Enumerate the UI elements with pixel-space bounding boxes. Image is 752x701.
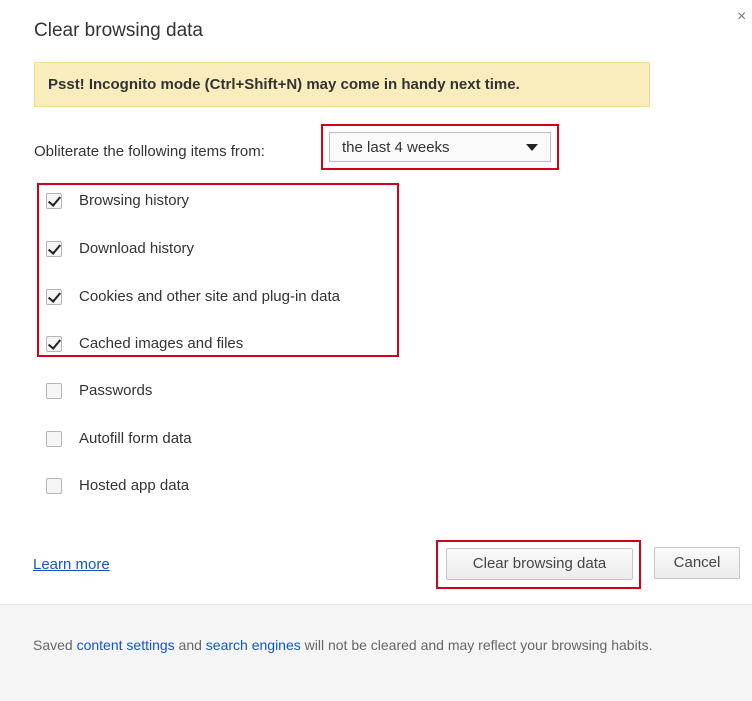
footer-text-prefix: Saved xyxy=(33,637,77,653)
search-engines-link[interactable]: search engines xyxy=(206,637,301,653)
content-settings-link[interactable]: content settings xyxy=(77,637,175,653)
dropdown-arrow-icon xyxy=(526,144,538,151)
checkbox-browsing-history[interactable] xyxy=(46,193,62,209)
option-label: Hosted app data xyxy=(79,477,190,494)
banner-text: Psst! Incognito mode (Ctrl+Shift+N) may … xyxy=(48,76,520,93)
checkmark-icon xyxy=(47,289,62,303)
checkbox-cookies[interactable] xyxy=(46,289,62,305)
checkbox-autofill[interactable] xyxy=(46,431,62,447)
checked-items-highlight xyxy=(37,183,399,357)
dialog-title: Clear browsing data xyxy=(34,20,203,41)
checkbox-passwords[interactable] xyxy=(46,383,62,399)
checkbox-cached-images[interactable] xyxy=(46,336,62,352)
dialog-footer: Saved content settings and search engine… xyxy=(0,604,752,701)
close-icon[interactable]: × xyxy=(737,8,746,26)
learn-more-link[interactable]: Learn more xyxy=(33,556,110,573)
checkbox-download-history[interactable] xyxy=(46,241,62,257)
checkbox-hosted-app-data[interactable] xyxy=(46,478,62,494)
incognito-tip-banner: Psst! Incognito mode (Ctrl+Shift+N) may … xyxy=(34,62,650,107)
footer-text-suffix: will not be cleared and may reflect your… xyxy=(300,637,653,653)
option-label: Browsing history xyxy=(79,192,190,209)
option-label: Autofill form data xyxy=(79,430,192,447)
checkmark-icon xyxy=(47,336,62,350)
option-label: Download history xyxy=(79,240,195,257)
clear-browsing-data-dialog: Clear browsing data × Psst! Incognito mo… xyxy=(0,0,752,701)
cancel-button[interactable]: Cancel xyxy=(654,547,740,579)
clear-browsing-data-button[interactable]: Clear browsing data xyxy=(446,548,633,580)
time-range-row: Obliterate the following items from: the… xyxy=(34,124,574,170)
footer-text-middle: and xyxy=(174,637,206,653)
clear-button-highlight: Clear browsing data xyxy=(436,540,641,589)
time-range-value: the last 4 weeks xyxy=(342,139,450,156)
option-label: Cached images and files xyxy=(79,335,244,352)
option-label: Passwords xyxy=(79,382,153,399)
checkmark-icon xyxy=(47,241,62,255)
option-label: Cookies and other site and plug-in data xyxy=(79,288,341,305)
time-range-select[interactable]: the last 4 weeks xyxy=(329,132,551,162)
time-range-highlight: the last 4 weeks xyxy=(321,124,559,170)
time-range-label: Obliterate the following items from: xyxy=(34,143,265,160)
checkmark-icon xyxy=(47,193,62,207)
footer-note: Saved content settings and search engine… xyxy=(33,631,713,659)
